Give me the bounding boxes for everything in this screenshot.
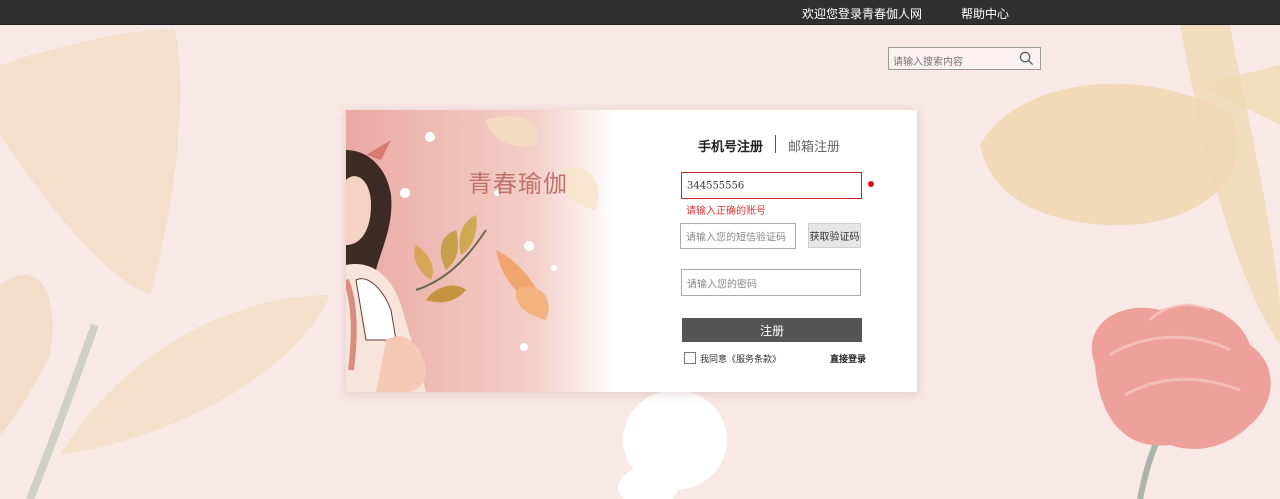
account-error-message: 请输入正确的账号	[686, 206, 766, 217]
account-input[interactable]: 344555556	[681, 172, 862, 199]
tab-email-register[interactable]: 邮箱注册	[788, 136, 840, 155]
tab-divider	[775, 135, 776, 153]
search-box[interactable]: 请输入搜索内容	[888, 47, 1041, 70]
register-card: 青春瑜伽 手机号注册 邮箱注册 344555556 请输入正确的账号 请输入您的…	[346, 110, 917, 392]
get-code-button[interactable]: 获取验证码	[808, 223, 861, 248]
direct-login-link[interactable]: 直接登录	[830, 352, 866, 365]
tab-phone-register[interactable]: 手机号注册	[698, 136, 763, 155]
account-value: 344555556	[687, 180, 745, 191]
brand-title: 青春瑜伽	[468, 170, 568, 198]
sms-code-input[interactable]: 请输入您的短信验证码	[680, 223, 796, 249]
agree-checkbox[interactable]	[684, 352, 696, 364]
top-bar: 欢迎您登录青春伽人网 帮助中心	[0, 0, 1280, 25]
welcome-text: 欢迎您登录青春伽人网	[802, 7, 923, 21]
yoga-illustration	[346, 110, 616, 392]
error-indicator	[868, 181, 874, 187]
search-icon[interactable]	[1019, 51, 1034, 66]
password-placeholder: 请输入您的密码	[687, 279, 757, 290]
password-input[interactable]: 请输入您的密码	[681, 269, 861, 296]
register-button[interactable]: 注册	[682, 318, 862, 342]
sms-code-placeholder: 请输入您的短信验证码	[686, 232, 786, 244]
search-input[interactable]: 请输入搜索内容	[893, 53, 963, 68]
help-center-link[interactable]: 帮助中心	[961, 5, 1009, 22]
agreement-label[interactable]: 我同意《服务条款》	[700, 352, 781, 365]
